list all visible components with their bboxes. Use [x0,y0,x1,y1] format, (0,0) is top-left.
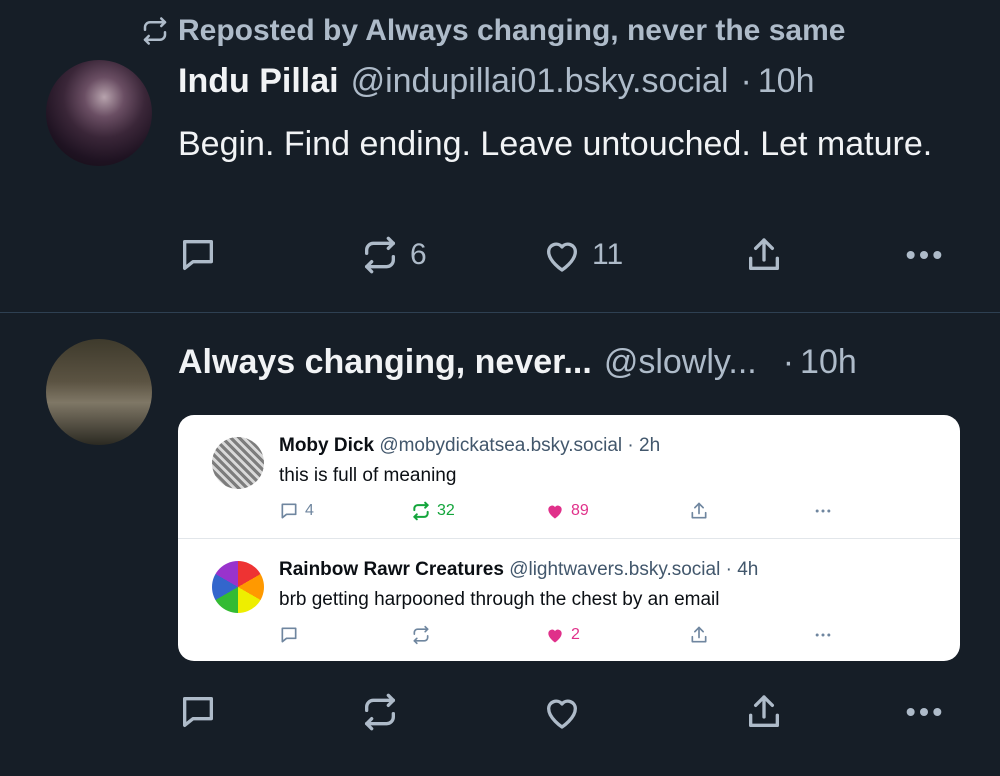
repost-label: Reposted by Always changing, never the s… [178,14,846,47]
embedded-post: Rainbow Rawr Creatures @lightwavers.bsky… [178,539,960,661]
post-actions [178,692,968,736]
more-options-button[interactable] [904,692,944,732]
separator-dot: · [740,62,752,100]
post-header: Always changing, never... @slowly... · 1… [178,343,857,382]
like-count: 2 [571,626,580,643]
post-actions: 2 [279,625,839,649]
like-button: 2 [545,625,580,645]
avatar [212,561,264,613]
reply-icon [281,503,297,519]
repost-count: 32 [437,502,455,519]
more-options-button [813,625,833,645]
repost-count: 6 [410,238,427,271]
share-icon [749,695,779,727]
avatar [212,437,264,489]
reply-button: 4 [279,501,314,521]
reply-button [279,625,299,645]
share-button [689,501,709,521]
repost-icon [143,17,167,45]
more-options-button [813,501,833,521]
post-text: this is full of meaning [279,465,457,486]
like-icon [548,629,562,643]
post-actions: 4 32 89 [279,501,839,525]
avatar[interactable] [46,339,152,445]
reply-icon [281,627,297,643]
author-handle[interactable]: @slowly... [604,343,757,382]
repost-button [411,625,431,645]
like-button: 89 [545,501,589,521]
author-name: Rainbow Rawr Creatures [279,559,504,580]
repost-indicator[interactable]: Reposted by Always changing, never the s… [140,14,845,48]
more-icon [906,708,942,716]
embedded-post: Moby Dick @mobydickatsea.bsky.social · 2… [178,415,960,537]
author-name[interactable]: Always changing, never... [178,343,592,382]
repost-button: 32 [411,501,455,521]
separator-dot: · [782,343,795,381]
like-button[interactable] [542,692,582,732]
post-time[interactable]: 10h [758,62,815,101]
post-text: brb getting harpooned through the chest … [279,589,720,610]
like-icon [547,242,577,272]
like-count: 11 [592,238,624,271]
more-options-button[interactable] [904,235,944,275]
reply-icon [183,697,213,727]
repost-icon [365,236,395,274]
author-handle: @mobydickatsea.bsky.social [379,435,623,456]
more-icon [815,633,831,637]
post-header: Indu Pillai @indupillai01.bsky.social · … [178,62,815,101]
embedded-post-header: Rainbow Rawr Creatures @lightwavers.bsky… [279,559,758,581]
like-button[interactable]: 11 [542,235,623,275]
like-icon [547,699,577,729]
post-actions: 6 11 [178,235,968,279]
embedded-image[interactable]: Moby Dick @mobydickatsea.bsky.social · 2… [178,415,960,661]
separator-dot: · [627,435,634,456]
post-text: Begin. Find ending. Leave untouched. Let… [178,125,933,163]
share-icon [691,626,707,643]
avatar[interactable] [46,60,152,166]
author-name: Moby Dick [279,435,375,456]
share-button [689,625,709,645]
share-button[interactable] [744,692,784,732]
like-icon [548,505,562,519]
embedded-post-header: Moby Dick @mobydickatsea.bsky.social · 2… [279,435,660,457]
repost-icon [413,501,429,521]
share-icon [691,502,707,519]
more-icon [906,251,942,259]
reply-icon [183,240,213,270]
feed-post-reposted[interactable]: Reposted by Always changing, never the s… [0,0,1000,312]
repost-button[interactable]: 6 [360,235,427,275]
share-icon [749,238,779,270]
author-handle: @lightwavers.bsky.social [509,559,721,580]
repost-icon [365,693,395,731]
author-name[interactable]: Indu Pillai [178,62,339,101]
author-handle[interactable]: @indupillai01.bsky.social [351,62,729,101]
post-time[interactable]: 10h [800,343,857,382]
repost-icon [413,625,429,645]
share-button[interactable] [744,235,784,275]
reply-count: 4 [305,502,314,519]
reply-button[interactable] [178,235,218,275]
repost-button[interactable] [360,692,400,732]
post-time: 2h [639,435,661,456]
post-time: 4h [737,559,759,580]
like-count: 89 [571,502,589,519]
reply-button[interactable] [178,692,218,732]
more-icon [815,509,831,513]
separator-dot: · [725,559,732,580]
